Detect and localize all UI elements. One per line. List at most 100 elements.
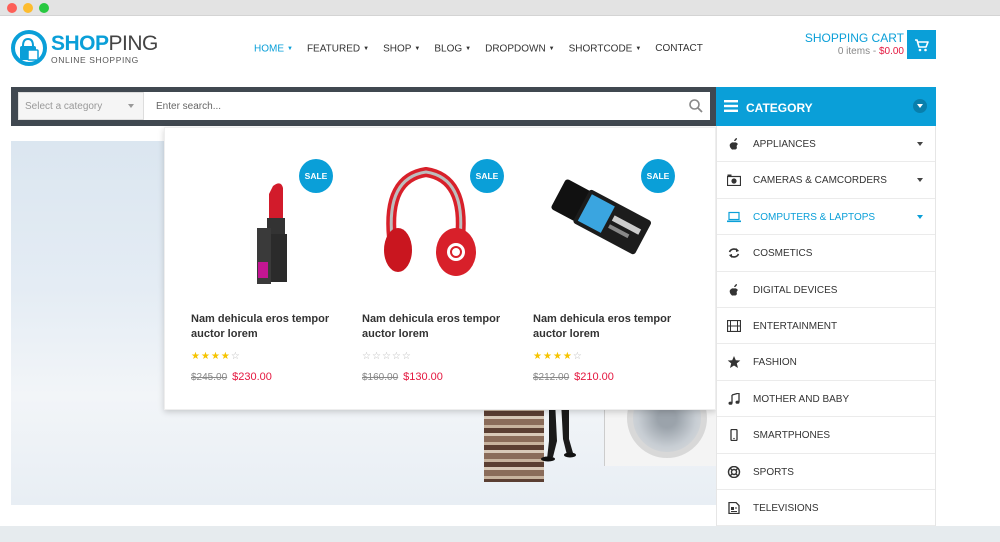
product-prices: $245.00 $230.00 <box>191 371 272 383</box>
maximize-window-button[interactable] <box>39 3 49 13</box>
hero-books-image <box>484 402 544 482</box>
sale-badge: SALE <box>470 159 504 193</box>
sale-price: $230.00 <box>232 371 272 383</box>
category-menu-title: CATEGORY <box>746 101 813 115</box>
sale-badge: SALE <box>299 159 333 193</box>
nav-item-contact[interactable]: CONTACT <box>655 43 703 57</box>
film-icon <box>727 319 741 332</box>
logo-tagline: ONLINE SHOPPING <box>51 55 139 65</box>
nav-item-blog[interactable]: BLOG ▼ <box>434 43 471 57</box>
product-card[interactable]: SALE Nam dehicula eros tempor auctor lor… <box>507 128 677 411</box>
site-logo[interactable]: SHOPPING ONLINE SHOPPING <box>11 28 161 68</box>
shopping-cart-title[interactable]: SHOPPING CART <box>805 31 904 45</box>
chevron-down-icon[interactable] <box>917 178 923 183</box>
category-item-label: CAMERAS & CAMCORDERS <box>753 175 887 187</box>
nav-item-label: SHORTCODE <box>568 43 633 55</box>
category-item-televisions[interactable]: TELEVISIONS <box>717 490 935 527</box>
document-icon <box>728 501 740 514</box>
music-icon <box>728 392 740 405</box>
category-select[interactable]: Select a category <box>18 92 144 120</box>
category-item-label: MOTHER AND BABY <box>753 393 850 405</box>
refresh-icon <box>728 248 740 259</box>
main-navigation: HOME ▼ FEATURED ▼ SHOP ▼ BLOG ▼ DROPDOWN ▼ SHORTCO… <box>254 43 717 57</box>
category-item-label: ENTERTAINMENT <box>753 320 838 332</box>
page-margin <box>936 16 1000 526</box>
nav-item-featured[interactable]: FEATURED ▼ <box>307 43 369 57</box>
sale-badge: SALE <box>641 159 675 193</box>
old-price: $212.00 <box>533 372 570 383</box>
cart-item-count: 0 items - <box>837 46 879 57</box>
star-filled-icon: ★ <box>552 351 563 362</box>
search-input[interactable] <box>152 92 672 120</box>
mobile-icon <box>730 429 738 442</box>
nav-item-dropdown[interactable]: DROPDOWN ▼ <box>485 43 555 57</box>
product-card[interactable]: SALE Nam dehicula eros tempor auctor lor… <box>336 128 506 411</box>
cart-icon <box>915 39 929 52</box>
star-icon <box>727 356 741 369</box>
star-empty-icon: ☆ <box>401 351 412 362</box>
star-empty-icon: ☆ <box>362 351 372 362</box>
sale-price: $130.00 <box>403 371 443 383</box>
product-rating: ★★★★☆ <box>191 351 241 362</box>
category-item-label: SMARTPHONES <box>753 430 831 442</box>
window-titlebar <box>0 0 1000 16</box>
star-filled-icon: ★ <box>562 351 573 362</box>
product-rating: ★★★★☆ <box>533 351 583 362</box>
logo-wordmark: SHOPPING <box>51 32 158 55</box>
product-name[interactable]: Nam dehicula eros tempor auctor lorem <box>533 312 683 342</box>
search-bar: Select a category <box>11 87 716 126</box>
cart-total: $0.00 <box>878 46 904 57</box>
chevron-down-icon[interactable] <box>917 142 923 146</box>
product-name[interactable]: Nam dehicula eros tempor auctor lorem <box>362 312 512 342</box>
nav-item-home[interactable]: HOME ▼ <box>254 43 293 57</box>
nav-item-label: DROPDOWN <box>485 43 546 55</box>
category-item-label: COMPUTERS & LAPTOPS <box>753 211 876 223</box>
chevron-down-icon[interactable] <box>913 99 927 113</box>
star-empty-icon: ☆ <box>371 351 382 362</box>
category-item-label: SPORTS <box>753 466 794 478</box>
category-item-entertainment[interactable]: ENTERTAINMENT <box>717 308 935 345</box>
star-filled-icon: ★ <box>220 351 231 362</box>
chevron-down-icon <box>128 104 134 108</box>
chevron-down-icon: ▼ <box>363 46 370 52</box>
close-window-button[interactable] <box>7 3 17 13</box>
minimize-window-button[interactable] <box>23 3 33 13</box>
chevron-down-icon: ▼ <box>635 46 642 52</box>
chevron-down-icon: ▼ <box>287 46 293 52</box>
cart-button[interactable] <box>907 30 936 59</box>
star-empty-icon: ☆ <box>230 351 241 362</box>
category-item-mother-and-baby[interactable]: MOTHER AND BABY <box>717 381 935 418</box>
chevron-down-icon: ▼ <box>548 46 555 52</box>
star-filled-icon: ★ <box>191 351 201 362</box>
nav-item-label: BLOG <box>434 43 463 55</box>
category-item-smartphones[interactable]: SMARTPHONES <box>717 417 935 454</box>
nav-item-shop[interactable]: SHOP ▼ <box>383 43 420 57</box>
star-filled-icon: ★ <box>200 351 211 362</box>
category-item-sports[interactable]: SPORTS <box>717 454 935 490</box>
category-item-appliances[interactable]: APPLIANCES <box>717 126 935 163</box>
product-prices: $160.00 $130.00 <box>362 371 443 383</box>
category-item-label: APPLIANCES <box>753 139 816 150</box>
category-item-cosmetics[interactable]: COSMETICS <box>717 235 935 272</box>
product-rating: ☆☆☆☆☆ <box>362 351 412 362</box>
category-list: APPLIANCES CAMERAS & CAMCORDERS COMPUTERS … <box>716 126 936 527</box>
category-item-digital-devices[interactable]: DIGITAL DEVICES <box>717 272 935 308</box>
chevron-down-icon: ▼ <box>414 46 421 52</box>
nav-item-shortcode[interactable]: SHORTCODE ▼ <box>569 43 642 57</box>
apple-icon <box>729 138 738 150</box>
lifebuoy-icon <box>727 465 741 478</box>
category-select-label: Select a category <box>25 101 103 112</box>
nav-item-label: SHOP <box>383 43 412 55</box>
product-name[interactable]: Nam dehicula eros tempor auctor lorem <box>191 312 341 342</box>
category-item-computers-laptops[interactable]: COMPUTERS & LAPTOPS <box>717 199 935 236</box>
product-prices: $212.00 $210.00 <box>533 371 614 383</box>
product-card[interactable]: SALE Nam dehicula eros tempor auctor lor… <box>165 128 335 411</box>
category-item-fashion[interactable]: FASHION <box>717 344 935 381</box>
chevron-down-icon: ▼ <box>465 46 472 52</box>
search-icon[interactable] <box>688 98 704 114</box>
category-item-label: TELEVISIONS <box>753 502 819 514</box>
category-menu-header[interactable]: CATEGORY <box>716 87 936 126</box>
category-item-cameras-camcorders[interactable]: CAMERAS & CAMCORDERS <box>717 162 935 199</box>
category-item-label: FASHION <box>753 357 797 369</box>
chevron-down-icon[interactable] <box>917 214 923 219</box>
